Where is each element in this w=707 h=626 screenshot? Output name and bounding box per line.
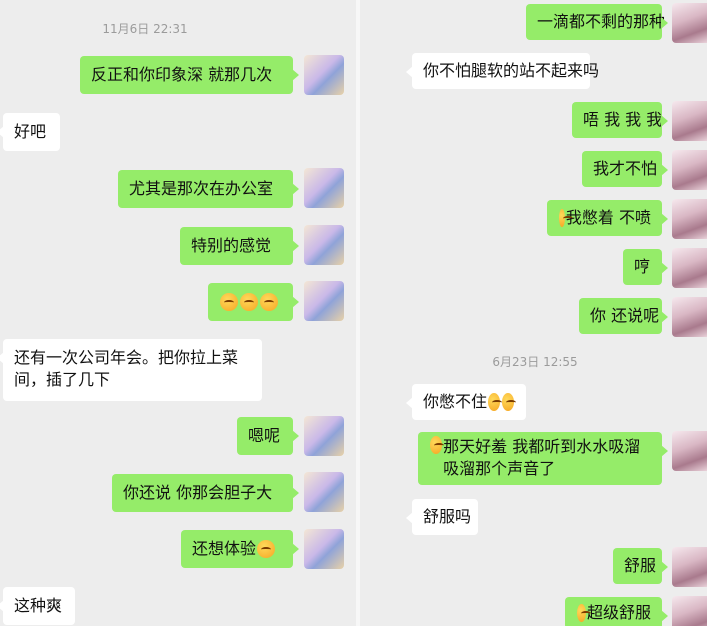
chat-screenshot-composite: 11月6日 22:31 反正和你印象深 就那几次 好吧 尤其是那次在办公室 特别… — [0, 0, 707, 626]
message-bubble-out[interactable]: 我憋着 不喷 — [547, 200, 668, 236]
right-chat-pane[interactable]: 一滴都不剩的那种 你不怕腿软的站不起来吗 唔 我 我 我 我才不怕 我憋着 不喷… — [360, 0, 707, 626]
message-bubble-out[interactable]: 我才不怕 — [582, 151, 668, 187]
message-bubble-out[interactable]: 你 还说呢 — [579, 298, 668, 334]
message-bubble-out[interactable]: 超级舒服 — [565, 597, 668, 626]
timestamp: 11月6日 22:31 — [102, 22, 188, 36]
message-text: 这种爽 — [14, 596, 63, 615]
avatar[interactable] — [304, 472, 344, 512]
message-bubble-out[interactable]: 那天好羞 我都听到水水吸溜吸溜那个声音了 — [418, 432, 668, 485]
message-bubble-out[interactable]: 一滴都不剩的那种 — [526, 4, 668, 40]
message-text: 好吧 — [14, 122, 47, 141]
message-bubble-in[interactable]: 好吧 — [0, 113, 60, 151]
message-bubble-out[interactable]: 舒服 — [613, 548, 668, 584]
message-bubble-out[interactable]: 你还说 你那会胆子大 — [112, 474, 299, 512]
message-bubble-in[interactable]: 还有一次公司年会。把你拉上菜间，插了几下 — [0, 339, 262, 401]
message-bubble-out[interactable]: 嗯呢 — [237, 417, 299, 455]
avatar[interactable] — [672, 547, 707, 587]
message-bubble-out[interactable]: 尤其是那次在办公室 — [118, 170, 299, 208]
smiling-emoji-icon — [240, 293, 258, 311]
message-bubble-in[interactable]: 你不怕腿软的站不起来吗 — [406, 53, 599, 89]
avatar[interactable] — [304, 416, 344, 456]
message-text: 舒服 — [624, 556, 657, 575]
timestamp: 6月23日 12:55 — [492, 355, 578, 369]
smiling-emoji-icon — [559, 209, 573, 227]
message-text: 你还说 你那会胆子大 — [123, 483, 273, 502]
message-text: 超级舒服 — [586, 603, 651, 622]
message-text: 我才不怕 — [593, 159, 658, 178]
avatar[interactable] — [304, 168, 344, 208]
message-bubble-in[interactable]: 你憋不住 — [406, 384, 526, 420]
avatar[interactable] — [672, 297, 707, 337]
smiling-emoji-icon — [502, 393, 516, 411]
avatar[interactable] — [672, 150, 707, 190]
left-chat-pane[interactable]: 11月6日 22:31 反正和你印象深 就那几次 好吧 尤其是那次在办公室 特别… — [0, 0, 356, 626]
message-bubble-out[interactable]: 反正和你印象深 就那几次 — [80, 56, 299, 94]
message-bubble-in[interactable]: 这种爽 — [0, 587, 75, 625]
smiling-emoji-icon — [430, 436, 445, 454]
message-text: 一滴都不剩的那种 — [537, 12, 666, 31]
message-text: 特别的感觉 — [191, 236, 272, 255]
smiling-emoji-icon — [220, 293, 238, 311]
smiling-emoji-icon — [488, 393, 502, 411]
smiling-emoji-icon — [577, 604, 591, 622]
avatar[interactable] — [304, 281, 344, 321]
message-text: 反正和你印象深 就那几次 — [91, 65, 273, 84]
message-bubble-out[interactable]: 哼 — [623, 249, 668, 285]
message-text: 你不怕腿软的站不起来吗 — [423, 61, 600, 80]
avatar[interactable] — [304, 225, 344, 265]
message-text: 哼 — [634, 257, 651, 276]
message-text: 还想体验 — [192, 539, 257, 558]
avatar[interactable] — [304, 529, 344, 569]
avatar[interactable] — [304, 55, 344, 95]
message-bubble-out[interactable]: 特别的感觉 — [180, 227, 299, 265]
avatar[interactable] — [672, 199, 707, 239]
smiling-emoji-icon — [257, 540, 276, 558]
message-text: 尤其是那次在办公室 — [129, 179, 274, 198]
message-text: 那天好羞 我都听到水水吸溜吸溜那个声音了 — [443, 437, 641, 478]
message-bubble-out[interactable]: 还想体验 — [181, 530, 299, 568]
smiling-emoji-icon — [260, 293, 278, 311]
message-text: 嗯呢 — [248, 426, 281, 445]
message-text: 唔 我 我 我 — [583, 110, 663, 129]
avatar[interactable] — [672, 101, 707, 141]
avatar[interactable] — [672, 3, 707, 43]
message-text: 我憋着 不喷 — [565, 208, 651, 227]
avatar[interactable] — [672, 431, 707, 471]
message-text: 你憋不住 — [423, 392, 488, 411]
avatar[interactable] — [672, 248, 707, 288]
message-text: 还有一次公司年会。把你拉上菜间，插了几下 — [14, 348, 239, 389]
message-bubble-in[interactable]: 舒服吗 — [406, 499, 478, 535]
avatar[interactable] — [672, 596, 707, 626]
message-text: 你 还说呢 — [590, 306, 660, 325]
message-bubble-out[interactable] — [208, 283, 299, 321]
message-text: 舒服吗 — [423, 507, 472, 526]
message-bubble-out[interactable]: 唔 我 我 我 — [572, 102, 668, 138]
